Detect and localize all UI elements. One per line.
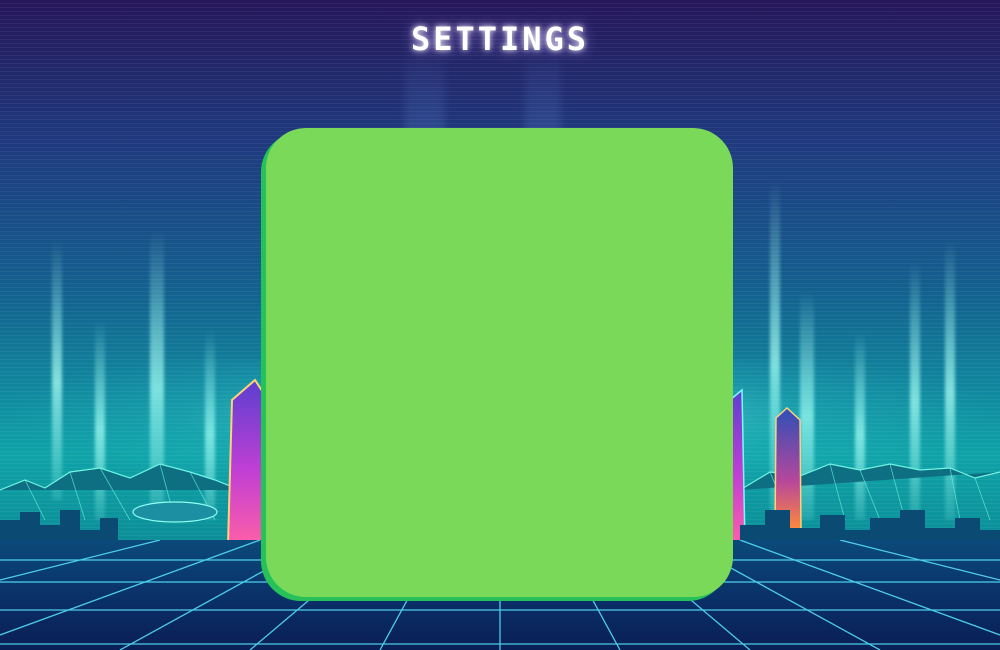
settings-panel xyxy=(266,128,733,597)
neon-tower-left xyxy=(226,378,270,546)
settings-title: SETTINGS xyxy=(410,20,590,58)
wireframe-mountains-left xyxy=(0,463,241,491)
stadium xyxy=(132,501,218,523)
